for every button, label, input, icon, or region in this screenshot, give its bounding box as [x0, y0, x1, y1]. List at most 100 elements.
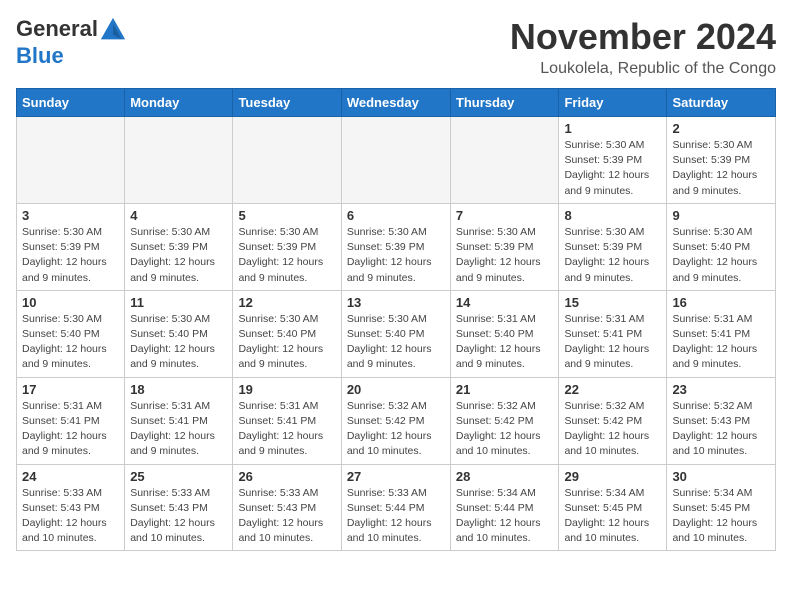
day-info: Sunrise: 5:33 AMSunset: 5:44 PMDaylight:…	[347, 486, 445, 547]
day-number: 3	[22, 208, 119, 223]
day-number: 12	[238, 295, 335, 310]
calendar-day-cell	[125, 117, 233, 204]
day-info: Sunrise: 5:30 AMSunset: 5:39 PMDaylight:…	[238, 225, 335, 286]
calendar-header-row: SundayMondayTuesdayWednesdayThursdayFrid…	[17, 89, 776, 117]
calendar-day-cell: 28Sunrise: 5:34 AMSunset: 5:44 PMDayligh…	[450, 464, 559, 551]
title-area: November 2024 Loukolela, Republic of the…	[510, 16, 776, 78]
day-info: Sunrise: 5:30 AMSunset: 5:40 PMDaylight:…	[238, 312, 335, 373]
calendar-week-row: 10 Sunrise: 5:30 AMSunset: 5:40 PMDayligh…	[17, 290, 776, 377]
day-number: 10	[22, 295, 119, 310]
day-number: 23	[672, 382, 770, 397]
day-number: 15	[564, 295, 661, 310]
day-info: Sunrise: 5:31 AMSunset: 5:40 PMDaylight:…	[456, 312, 554, 373]
logo-blue: Blue	[16, 43, 64, 68]
day-info: Sunrise: 5:30 AMSunset: 5:39 PMDaylight:…	[564, 225, 661, 286]
calendar-day-cell: 1 Sunrise: 5:30 AMSunset: 5:39 PMDaylight…	[559, 117, 667, 204]
weekday-header: Saturday	[667, 89, 776, 117]
day-info: Sunrise: 5:32 AMSunset: 5:42 PMDaylight:…	[456, 399, 554, 460]
day-number: 27	[347, 469, 445, 484]
day-info: Sunrise: 5:31 AMSunset: 5:41 PMDaylight:…	[672, 312, 770, 373]
calendar: SundayMondayTuesdayWednesdayThursdayFrid…	[16, 88, 776, 551]
day-number: 17	[22, 382, 119, 397]
calendar-day-cell	[450, 117, 559, 204]
calendar-day-cell: 19 Sunrise: 5:31 AMSunset: 5:41 PMDayligh…	[233, 377, 341, 464]
calendar-week-row: 3 Sunrise: 5:30 AMSunset: 5:39 PMDaylight…	[17, 203, 776, 290]
calendar-day-cell: 18 Sunrise: 5:31 AMSunset: 5:41 PMDayligh…	[125, 377, 233, 464]
weekday-header: Friday	[559, 89, 667, 117]
day-number: 7	[456, 208, 554, 223]
logo-general: General	[16, 16, 98, 41]
day-info: Sunrise: 5:31 AMSunset: 5:41 PMDaylight:…	[22, 399, 119, 460]
day-info: Sunrise: 5:30 AMSunset: 5:39 PMDaylight:…	[564, 138, 661, 199]
day-info: Sunrise: 5:30 AMSunset: 5:39 PMDaylight:…	[456, 225, 554, 286]
weekday-header: Sunday	[17, 89, 125, 117]
header: General Blue November 2024 Loukolela, Re…	[16, 16, 776, 78]
calendar-day-cell: 30 Sunrise: 5:34 AMSunset: 5:45 PMDayligh…	[667, 464, 776, 551]
day-info: Sunrise: 5:30 AMSunset: 5:40 PMDaylight:…	[672, 225, 770, 286]
day-number: 24	[22, 469, 119, 484]
calendar-week-row: 17 Sunrise: 5:31 AMSunset: 5:41 PMDayligh…	[17, 377, 776, 464]
calendar-day-cell: 6 Sunrise: 5:30 AMSunset: 5:39 PMDaylight…	[341, 203, 450, 290]
location-title: Loukolela, Republic of the Congo	[510, 60, 776, 78]
calendar-day-cell: 17 Sunrise: 5:31 AMSunset: 5:41 PMDayligh…	[17, 377, 125, 464]
day-info: Sunrise: 5:34 AMSunset: 5:44 PMDaylight:…	[456, 486, 554, 547]
calendar-day-cell: 13 Sunrise: 5:30 AMSunset: 5:40 PMDayligh…	[341, 290, 450, 377]
calendar-day-cell: 24 Sunrise: 5:33 AMSunset: 5:43 PMDayligh…	[17, 464, 125, 551]
calendar-day-cell	[233, 117, 341, 204]
day-number: 11	[130, 295, 227, 310]
day-info: Sunrise: 5:33 AMSunset: 5:43 PMDaylight:…	[22, 486, 119, 547]
calendar-day-cell	[17, 117, 125, 204]
weekday-header: Tuesday	[233, 89, 341, 117]
day-number: 19	[238, 382, 335, 397]
day-info: Sunrise: 5:34 AMSunset: 5:45 PMDaylight:…	[564, 486, 661, 547]
calendar-day-cell: 23 Sunrise: 5:32 AMSunset: 5:43 PMDayligh…	[667, 377, 776, 464]
day-number: 4	[130, 208, 227, 223]
day-number: 18	[130, 382, 227, 397]
day-number: 16	[672, 295, 770, 310]
weekday-header: Thursday	[450, 89, 559, 117]
calendar-day-cell: 22 Sunrise: 5:32 AMSunset: 5:42 PMDayligh…	[559, 377, 667, 464]
month-title: November 2024	[510, 16, 776, 58]
day-info: Sunrise: 5:32 AMSunset: 5:42 PMDaylight:…	[564, 399, 661, 460]
calendar-day-cell: 25Sunrise: 5:33 AMSunset: 5:43 PMDayligh…	[125, 464, 233, 551]
day-number: 2	[672, 121, 770, 136]
day-info: Sunrise: 5:30 AMSunset: 5:40 PMDaylight:…	[130, 312, 227, 373]
calendar-day-cell: 10 Sunrise: 5:30 AMSunset: 5:40 PMDayligh…	[17, 290, 125, 377]
day-info: Sunrise: 5:30 AMSunset: 5:40 PMDaylight:…	[347, 312, 445, 373]
calendar-day-cell: 4 Sunrise: 5:30 AMSunset: 5:39 PMDaylight…	[125, 203, 233, 290]
calendar-day-cell: 7 Sunrise: 5:30 AMSunset: 5:39 PMDaylight…	[450, 203, 559, 290]
weekday-header: Wednesday	[341, 89, 450, 117]
day-number: 1	[564, 121, 661, 136]
day-info: Sunrise: 5:31 AMSunset: 5:41 PMDaylight:…	[564, 312, 661, 373]
day-info: Sunrise: 5:32 AMSunset: 5:43 PMDaylight:…	[672, 399, 770, 460]
day-info: Sunrise: 5:30 AMSunset: 5:40 PMDaylight:…	[22, 312, 119, 373]
calendar-day-cell: 29Sunrise: 5:34 AMSunset: 5:45 PMDayligh…	[559, 464, 667, 551]
calendar-day-cell: 21 Sunrise: 5:32 AMSunset: 5:42 PMDayligh…	[450, 377, 559, 464]
calendar-day-cell: 9Sunrise: 5:30 AMSunset: 5:40 PMDaylight…	[667, 203, 776, 290]
calendar-day-cell: 12 Sunrise: 5:30 AMSunset: 5:40 PMDayligh…	[233, 290, 341, 377]
day-info: Sunrise: 5:30 AMSunset: 5:39 PMDaylight:…	[130, 225, 227, 286]
day-info: Sunrise: 5:31 AMSunset: 5:41 PMDaylight:…	[238, 399, 335, 460]
day-number: 5	[238, 208, 335, 223]
calendar-day-cell: 5 Sunrise: 5:30 AMSunset: 5:39 PMDaylight…	[233, 203, 341, 290]
day-number: 25	[130, 469, 227, 484]
calendar-day-cell: 2 Sunrise: 5:30 AMSunset: 5:39 PMDaylight…	[667, 117, 776, 204]
calendar-week-row: 24 Sunrise: 5:33 AMSunset: 5:43 PMDayligh…	[17, 464, 776, 551]
day-info: Sunrise: 5:34 AMSunset: 5:45 PMDaylight:…	[672, 486, 770, 547]
calendar-day-cell: 3 Sunrise: 5:30 AMSunset: 5:39 PMDaylight…	[17, 203, 125, 290]
day-info: Sunrise: 5:30 AMSunset: 5:39 PMDaylight:…	[347, 225, 445, 286]
day-number: 22	[564, 382, 661, 397]
day-info: Sunrise: 5:32 AMSunset: 5:42 PMDaylight:…	[347, 399, 445, 460]
calendar-day-cell: 26Sunrise: 5:33 AMSunset: 5:43 PMDayligh…	[233, 464, 341, 551]
day-number: 13	[347, 295, 445, 310]
day-number: 6	[347, 208, 445, 223]
day-info: Sunrise: 5:31 AMSunset: 5:41 PMDaylight:…	[130, 399, 227, 460]
day-info: Sunrise: 5:30 AMSunset: 5:39 PMDaylight:…	[22, 225, 119, 286]
day-number: 30	[672, 469, 770, 484]
weekday-header: Monday	[125, 89, 233, 117]
day-number: 21	[456, 382, 554, 397]
day-info: Sunrise: 5:30 AMSunset: 5:39 PMDaylight:…	[672, 138, 770, 199]
calendar-day-cell	[341, 117, 450, 204]
calendar-day-cell: 8Sunrise: 5:30 AMSunset: 5:39 PMDaylight…	[559, 203, 667, 290]
calendar-day-cell: 15 Sunrise: 5:31 AMSunset: 5:41 PMDayligh…	[559, 290, 667, 377]
